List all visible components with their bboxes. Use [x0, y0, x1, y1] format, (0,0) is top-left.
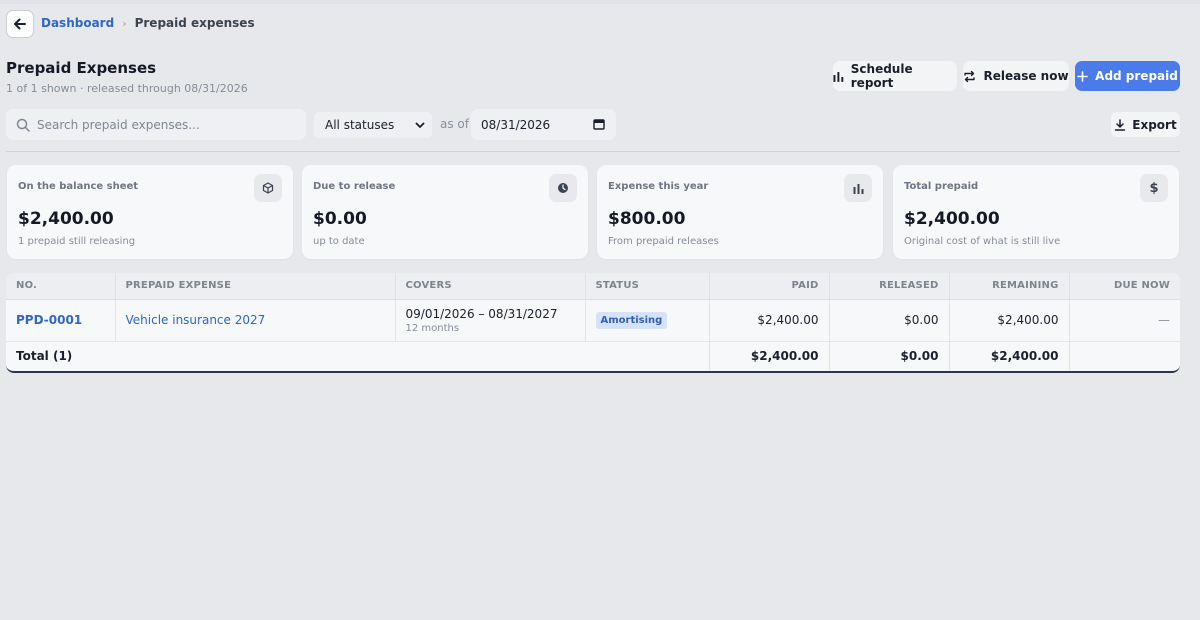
box-icon [254, 174, 282, 202]
stat-card-value: $0.00 [313, 209, 367, 229]
remaining-cell: $2,400.00 [949, 299, 1070, 342]
bar-chart-icon [833, 71, 844, 82]
stat-card-note: Original cost of what is still live [904, 236, 1061, 247]
add-prepaid-label: Add prepaid [1095, 69, 1178, 83]
total-label: Total (1) [6, 341, 710, 371]
as-of-date-value: 08/31/2026 [481, 117, 551, 132]
status-badge: Amortising [595, 311, 668, 329]
stat-card-note: 1 prepaid still releasing [18, 236, 136, 247]
stat-card-balance-sheet: On the balance sheet $2,400.00 1 prepaid… [7, 165, 293, 259]
total-paid: $2,400.00 [709, 341, 830, 371]
prepaid-id-link[interactable]: PPD-0001 [16, 313, 82, 327]
divider [6, 151, 1180, 152]
stat-card-value: $800.00 [608, 209, 686, 229]
breadcrumb-separator: › [122, 16, 127, 30]
schedule-report-label: Schedule report [850, 62, 913, 90]
repeat-icon [964, 70, 976, 82]
arrow-left-icon [14, 18, 26, 30]
stat-card-label: Expense this year [608, 181, 709, 192]
stat-card-value: $2,400.00 [904, 209, 1000, 229]
stat-card-label: Total prepaid [904, 181, 979, 192]
stat-card-note: up to date [313, 236, 365, 247]
total-released: $0.00 [829, 341, 950, 371]
status-filter-select[interactable]: All statuses [314, 112, 432, 138]
search-box [6, 109, 306, 140]
prepaid-name-link[interactable]: Vehicle insurance 2027 [126, 313, 266, 327]
total-due-now [1069, 341, 1180, 371]
stat-card-due-to-release: Due to release $0.00 up to date [302, 165, 588, 259]
dollar-icon: $ [1140, 174, 1168, 202]
table-row[interactable]: PPD-0001 Vehicle insurance 2027 09/01/20… [6, 299, 1180, 342]
chevron-down-icon [415, 122, 425, 128]
schedule-report-button[interactable]: Schedule report [833, 61, 957, 91]
breadcrumb-dashboard-link[interactable]: Dashboard [41, 16, 114, 30]
plus-icon [1077, 70, 1088, 82]
column-header-released[interactable]: RELEASED [829, 273, 950, 300]
stat-card-total-prepaid: Total prepaid $2,400.00 Original cost of… [893, 165, 1179, 259]
released-cell: $0.00 [829, 299, 950, 342]
page-subtitle: 1 of 1 shown · released through 08/31/20… [6, 82, 248, 95]
bar-chart-icon [844, 174, 872, 202]
stat-card-expense-this-year: Expense this year $800.00 From prepaid r… [597, 165, 883, 259]
stat-card-note: From prepaid releases [608, 236, 719, 247]
stat-card-value: $2,400.00 [18, 209, 114, 229]
breadcrumb-current: Prepaid expenses [134, 16, 255, 30]
as-of-date-input[interactable]: 08/31/2026 [471, 109, 616, 140]
search-input[interactable] [37, 117, 297, 132]
column-header-status[interactable]: STATUS [585, 273, 710, 300]
column-header-covers[interactable]: COVERS [395, 273, 586, 300]
table-total-row: Total (1) $2,400.00 $0.00 $2,400.00 [6, 341, 1180, 371]
column-header-no[interactable]: NO. [6, 273, 116, 300]
search-icon [16, 118, 30, 132]
covers-duration: 12 months [405, 322, 460, 334]
add-prepaid-button[interactable]: Add prepaid [1075, 61, 1180, 91]
paid-cell: $2,400.00 [709, 299, 830, 342]
total-remaining: $2,400.00 [949, 341, 1070, 371]
due-now-cell: — [1158, 313, 1170, 327]
stat-card-label: On the balance sheet [18, 181, 139, 192]
download-icon [1115, 118, 1126, 131]
calendar-icon[interactable] [593, 118, 605, 130]
column-header-due-now[interactable]: DUE NOW [1069, 273, 1180, 300]
export-label: Export [1132, 117, 1177, 132]
stat-card-label: Due to release [313, 181, 396, 192]
status-filter-value: All statuses [325, 118, 395, 132]
release-now-button[interactable]: Release now [963, 61, 1069, 91]
breadcrumb: Dashboard › Prepaid expenses [41, 16, 255, 30]
column-header-prepaid-expense[interactable]: PREPAID EXPENSE [115, 273, 396, 300]
page-title: Prepaid Expenses [6, 59, 157, 77]
back-button[interactable] [6, 10, 34, 38]
export-button[interactable]: Export [1111, 112, 1180, 137]
top-strip [0, 0, 1200, 4]
as-of-label: as of [440, 117, 469, 131]
table-header-row: NO. PREPAID EXPENSE COVERS STATUS PAID R… [6, 273, 1180, 300]
covers-range: 09/01/2026 – 08/31/2027 [405, 306, 558, 321]
column-header-paid[interactable]: PAID [709, 273, 830, 300]
release-now-label: Release now [983, 69, 1069, 83]
covers-cell: 09/01/2026 – 08/31/2027 12 months [395, 299, 586, 342]
column-header-remaining[interactable]: REMAINING [949, 273, 1070, 300]
clock-icon [549, 174, 577, 202]
prepaid-table: NO. PREPAID EXPENSE COVERS STATUS PAID R… [6, 273, 1180, 373]
